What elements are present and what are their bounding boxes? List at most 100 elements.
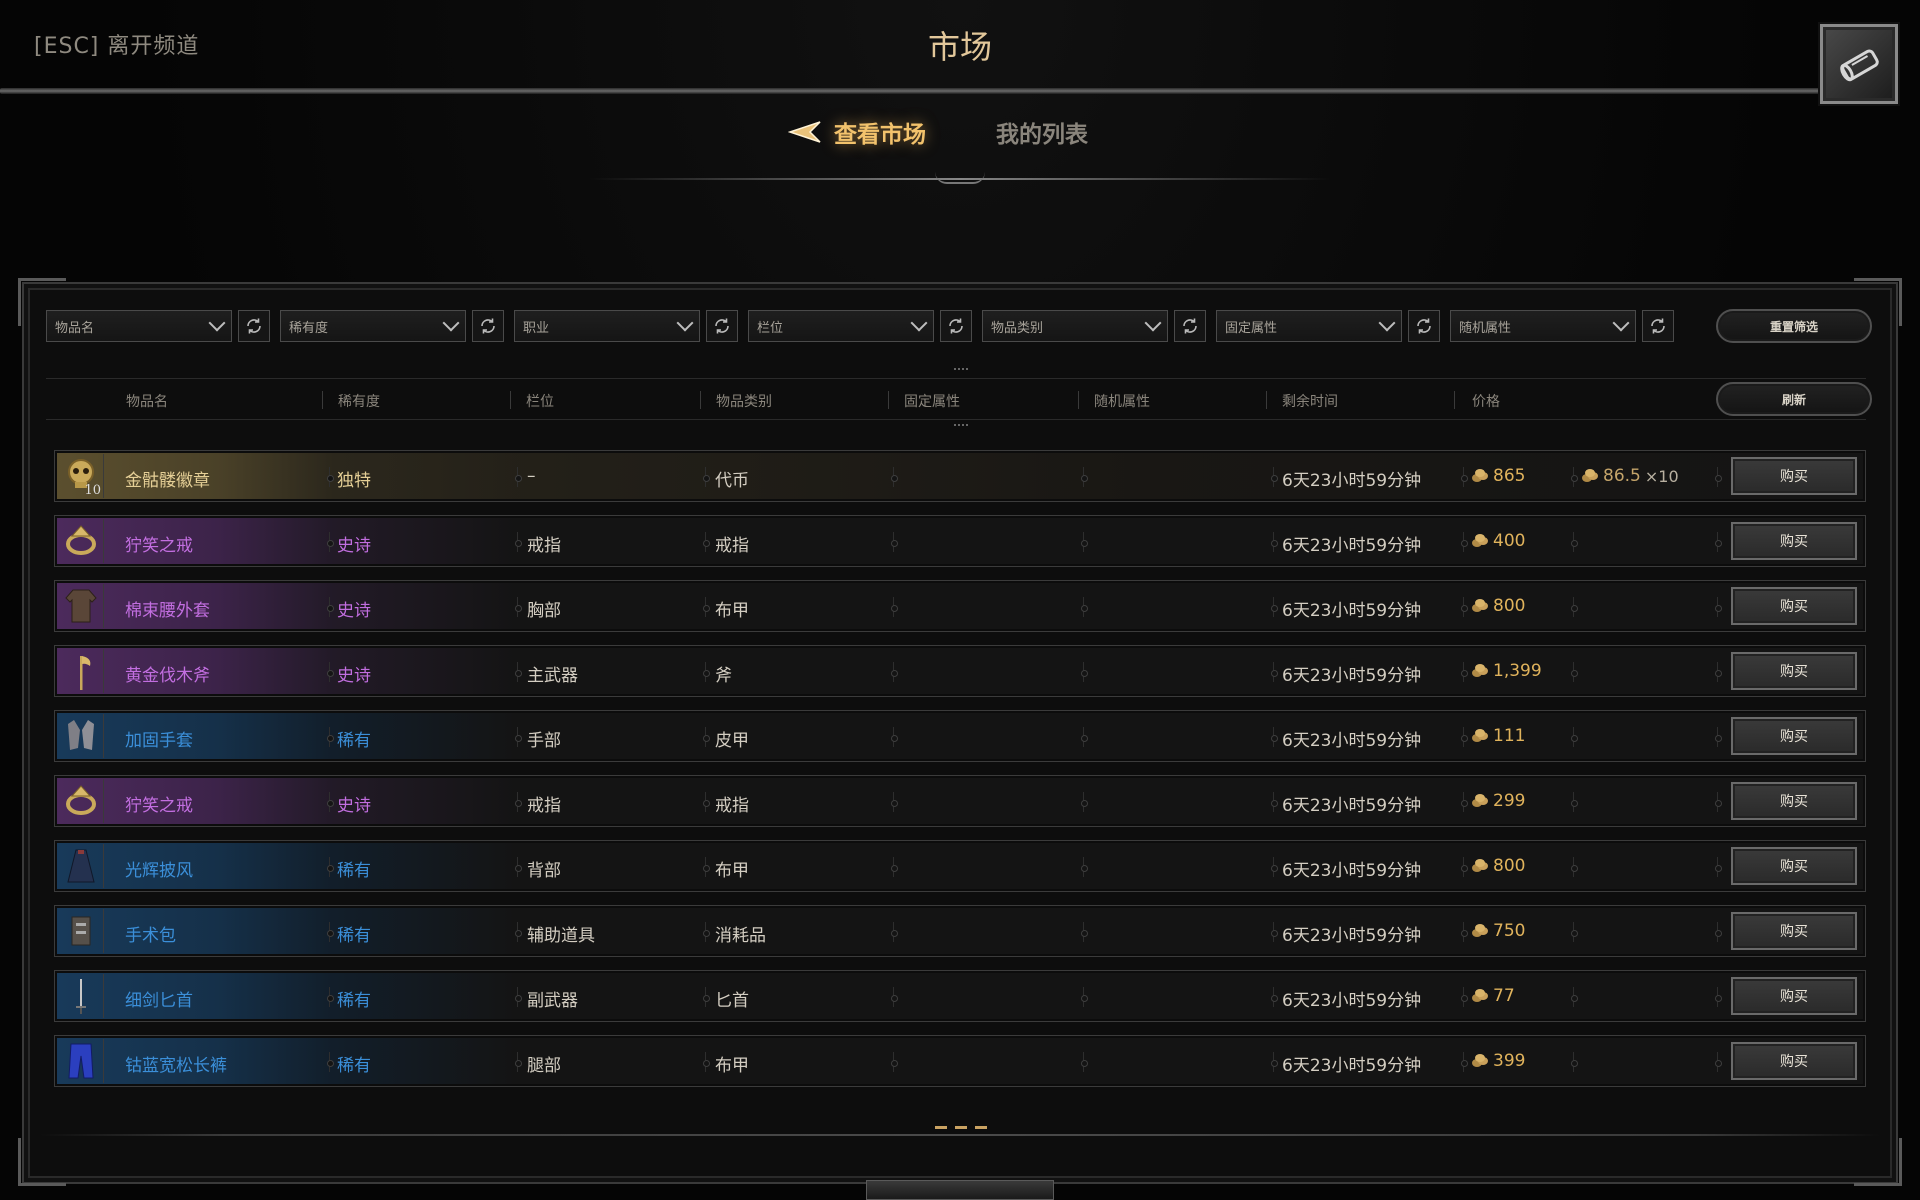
col-item-name[interactable]: 物品名	[126, 391, 168, 411]
table-row[interactable]: 狞笑之戒 史诗 戒指 戒指 6天23小时59分钟 299 购买	[54, 775, 1866, 827]
col-price[interactable]: 价格	[1472, 391, 1500, 411]
col-category[interactable]: 物品类别	[716, 391, 772, 411]
rarity-dropdown[interactable]: 稀有度	[280, 310, 466, 342]
gold-coin-icon	[1472, 729, 1488, 742]
buy-button[interactable]: 购买	[1731, 847, 1857, 885]
category-dropdown[interactable]: 物品类别	[982, 310, 1168, 342]
reset-filters-button[interactable]: 重置筛选	[1716, 309, 1872, 343]
fixed-attr-dropdown[interactable]: 固定属性	[1216, 310, 1402, 342]
col-random-attr[interactable]: 随机属性	[1094, 391, 1150, 411]
col-rarity[interactable]: 稀有度	[338, 391, 380, 411]
col-separator	[327, 922, 334, 942]
item-name-dropdown[interactable]: 物品名	[46, 310, 232, 342]
dagger-icon[interactable]	[58, 974, 104, 1018]
item-name[interactable]: 金骷髅徽章	[125, 466, 210, 491]
unit-price-value: 86.5	[1603, 466, 1641, 486]
scroll-menu-button[interactable]	[1820, 24, 1898, 104]
table-row[interactable]: 光辉披风 稀有 背部 布甲 6天23小时59分钟 800 购买	[54, 840, 1866, 892]
col-slot[interactable]: 栏位	[526, 391, 554, 411]
ring-icon[interactable]	[58, 779, 104, 823]
item-name[interactable]: 黄金伐木斧	[125, 661, 210, 686]
col-separator	[1461, 857, 1468, 877]
price: 77	[1471, 986, 1515, 1006]
price-value: 800	[1493, 856, 1526, 876]
buy-button[interactable]: 购买	[1731, 1042, 1857, 1080]
gloves-icon[interactable]	[58, 714, 104, 758]
class-dropdown[interactable]: 职业	[514, 310, 700, 342]
page-indicator[interactable]	[935, 1126, 987, 1129]
price: 299	[1471, 791, 1525, 811]
random-attr-dropdown[interactable]: 随机属性	[1450, 310, 1636, 342]
reset-random-attr-button[interactable]	[1642, 310, 1674, 342]
col-separator	[1571, 597, 1578, 617]
reset-rarity-button[interactable]	[472, 310, 504, 342]
page-dot[interactable]	[935, 1126, 947, 1129]
reset-fixed-attr-button[interactable]	[1408, 310, 1440, 342]
refresh-icon	[949, 318, 963, 334]
page-dot[interactable]	[975, 1126, 987, 1129]
jacket-icon[interactable]	[58, 584, 104, 628]
tab-my-listings[interactable]: 我的列表	[996, 115, 1088, 149]
filter-slot: 栏位	[748, 310, 972, 342]
buy-button[interactable]: 购买	[1731, 587, 1857, 625]
col-separator	[703, 532, 710, 552]
item-rarity: 史诗	[337, 796, 371, 816]
col-separator	[327, 532, 334, 552]
col-separator	[891, 597, 898, 617]
refresh-button[interactable]: 刷新	[1716, 382, 1872, 416]
item-name[interactable]: 手术包	[125, 921, 176, 946]
slot-dropdown[interactable]: 栏位	[748, 310, 934, 342]
item-category: 匕首	[715, 991, 749, 1011]
col-separator	[1271, 987, 1278, 1007]
item-slot: 辅助道具	[527, 926, 595, 946]
table-row[interactable]: 钴蓝宽松长裤 稀有 腿部 布甲 6天23小时59分钟 399 购买	[54, 1035, 1866, 1087]
filter-rarity: 稀有度	[280, 310, 504, 342]
bottom-ornament	[866, 1180, 1054, 1200]
item-name[interactable]: 钴蓝宽松长裤	[125, 1051, 227, 1076]
reset-class-button[interactable]	[706, 310, 738, 342]
table-row[interactable]: 棉束腰外套 史诗 胸部 布甲 6天23小时59分钟 800 购买	[54, 580, 1866, 632]
trousers-icon[interactable]	[58, 1039, 104, 1083]
table-row[interactable]: 黄金伐木斧 史诗 主武器 斧 6天23小时59分钟 1,399 购买	[54, 645, 1866, 697]
col-separator	[1078, 391, 1079, 409]
page-dot[interactable]	[955, 1126, 967, 1129]
item-category: 戒指	[715, 796, 749, 816]
item-name[interactable]: 光辉披风	[125, 856, 193, 881]
buy-button[interactable]: 购买	[1731, 652, 1857, 690]
buy-button[interactable]: 购买	[1731, 912, 1857, 950]
gold-skull-icon[interactable]: 10	[58, 454, 104, 498]
item-category: 斧	[715, 666, 732, 686]
item-name[interactable]: 狞笑之戒	[125, 791, 193, 816]
tab-view-market[interactable]: 查看市场	[788, 115, 926, 149]
axe-icon[interactable]	[58, 649, 104, 693]
item-category: 消耗品	[715, 926, 766, 946]
col-separator	[327, 662, 334, 682]
col-separator	[322, 391, 323, 409]
table-row[interactable]: 加固手套 稀有 手部 皮甲 6天23小时59分钟 111 购买	[54, 710, 1866, 762]
buy-button[interactable]: 购买	[1731, 782, 1857, 820]
buy-button[interactable]: 购买	[1731, 717, 1857, 755]
buy-button[interactable]: 购买	[1731, 977, 1857, 1015]
table-row[interactable]: 细剑匕首 稀有 副武器 匕首 6天23小时59分钟 77 购买	[54, 970, 1866, 1022]
reset-item-name-button[interactable]	[238, 310, 270, 342]
ring-icon[interactable]	[58, 519, 104, 563]
col-fixed-attr[interactable]: 固定属性	[904, 391, 960, 411]
col-separator	[327, 597, 334, 617]
col-separator	[1715, 532, 1722, 552]
cloak-icon[interactable]	[58, 844, 104, 888]
col-time-left[interactable]: 剩余时间	[1282, 391, 1338, 411]
reset-category-button[interactable]	[1174, 310, 1206, 342]
price: 800	[1471, 856, 1525, 876]
item-name[interactable]: 细剑匕首	[125, 986, 193, 1011]
table-row[interactable]: 手术包 稀有 辅助道具 消耗品 6天23小时59分钟 750 购买	[54, 905, 1866, 957]
table-row[interactable]: 狞笑之戒 史诗 戒指 戒指 6天23小时59分钟 400 购买	[54, 515, 1866, 567]
item-name[interactable]: 加固手套	[125, 726, 193, 751]
buy-button[interactable]: 购买	[1731, 522, 1857, 560]
surgical-kit-icon[interactable]	[58, 909, 104, 953]
item-name[interactable]: 狞笑之戒	[125, 531, 193, 556]
price-value: 77	[1493, 986, 1515, 1006]
item-name[interactable]: 棉束腰外套	[125, 596, 210, 621]
table-row[interactable]: 10 金骷髅徽章 独特 – 代币 6天23小时59分钟 865 86.5 ×10 购买	[54, 450, 1866, 502]
buy-button[interactable]: 购买	[1731, 457, 1857, 495]
reset-slot-button[interactable]	[940, 310, 972, 342]
